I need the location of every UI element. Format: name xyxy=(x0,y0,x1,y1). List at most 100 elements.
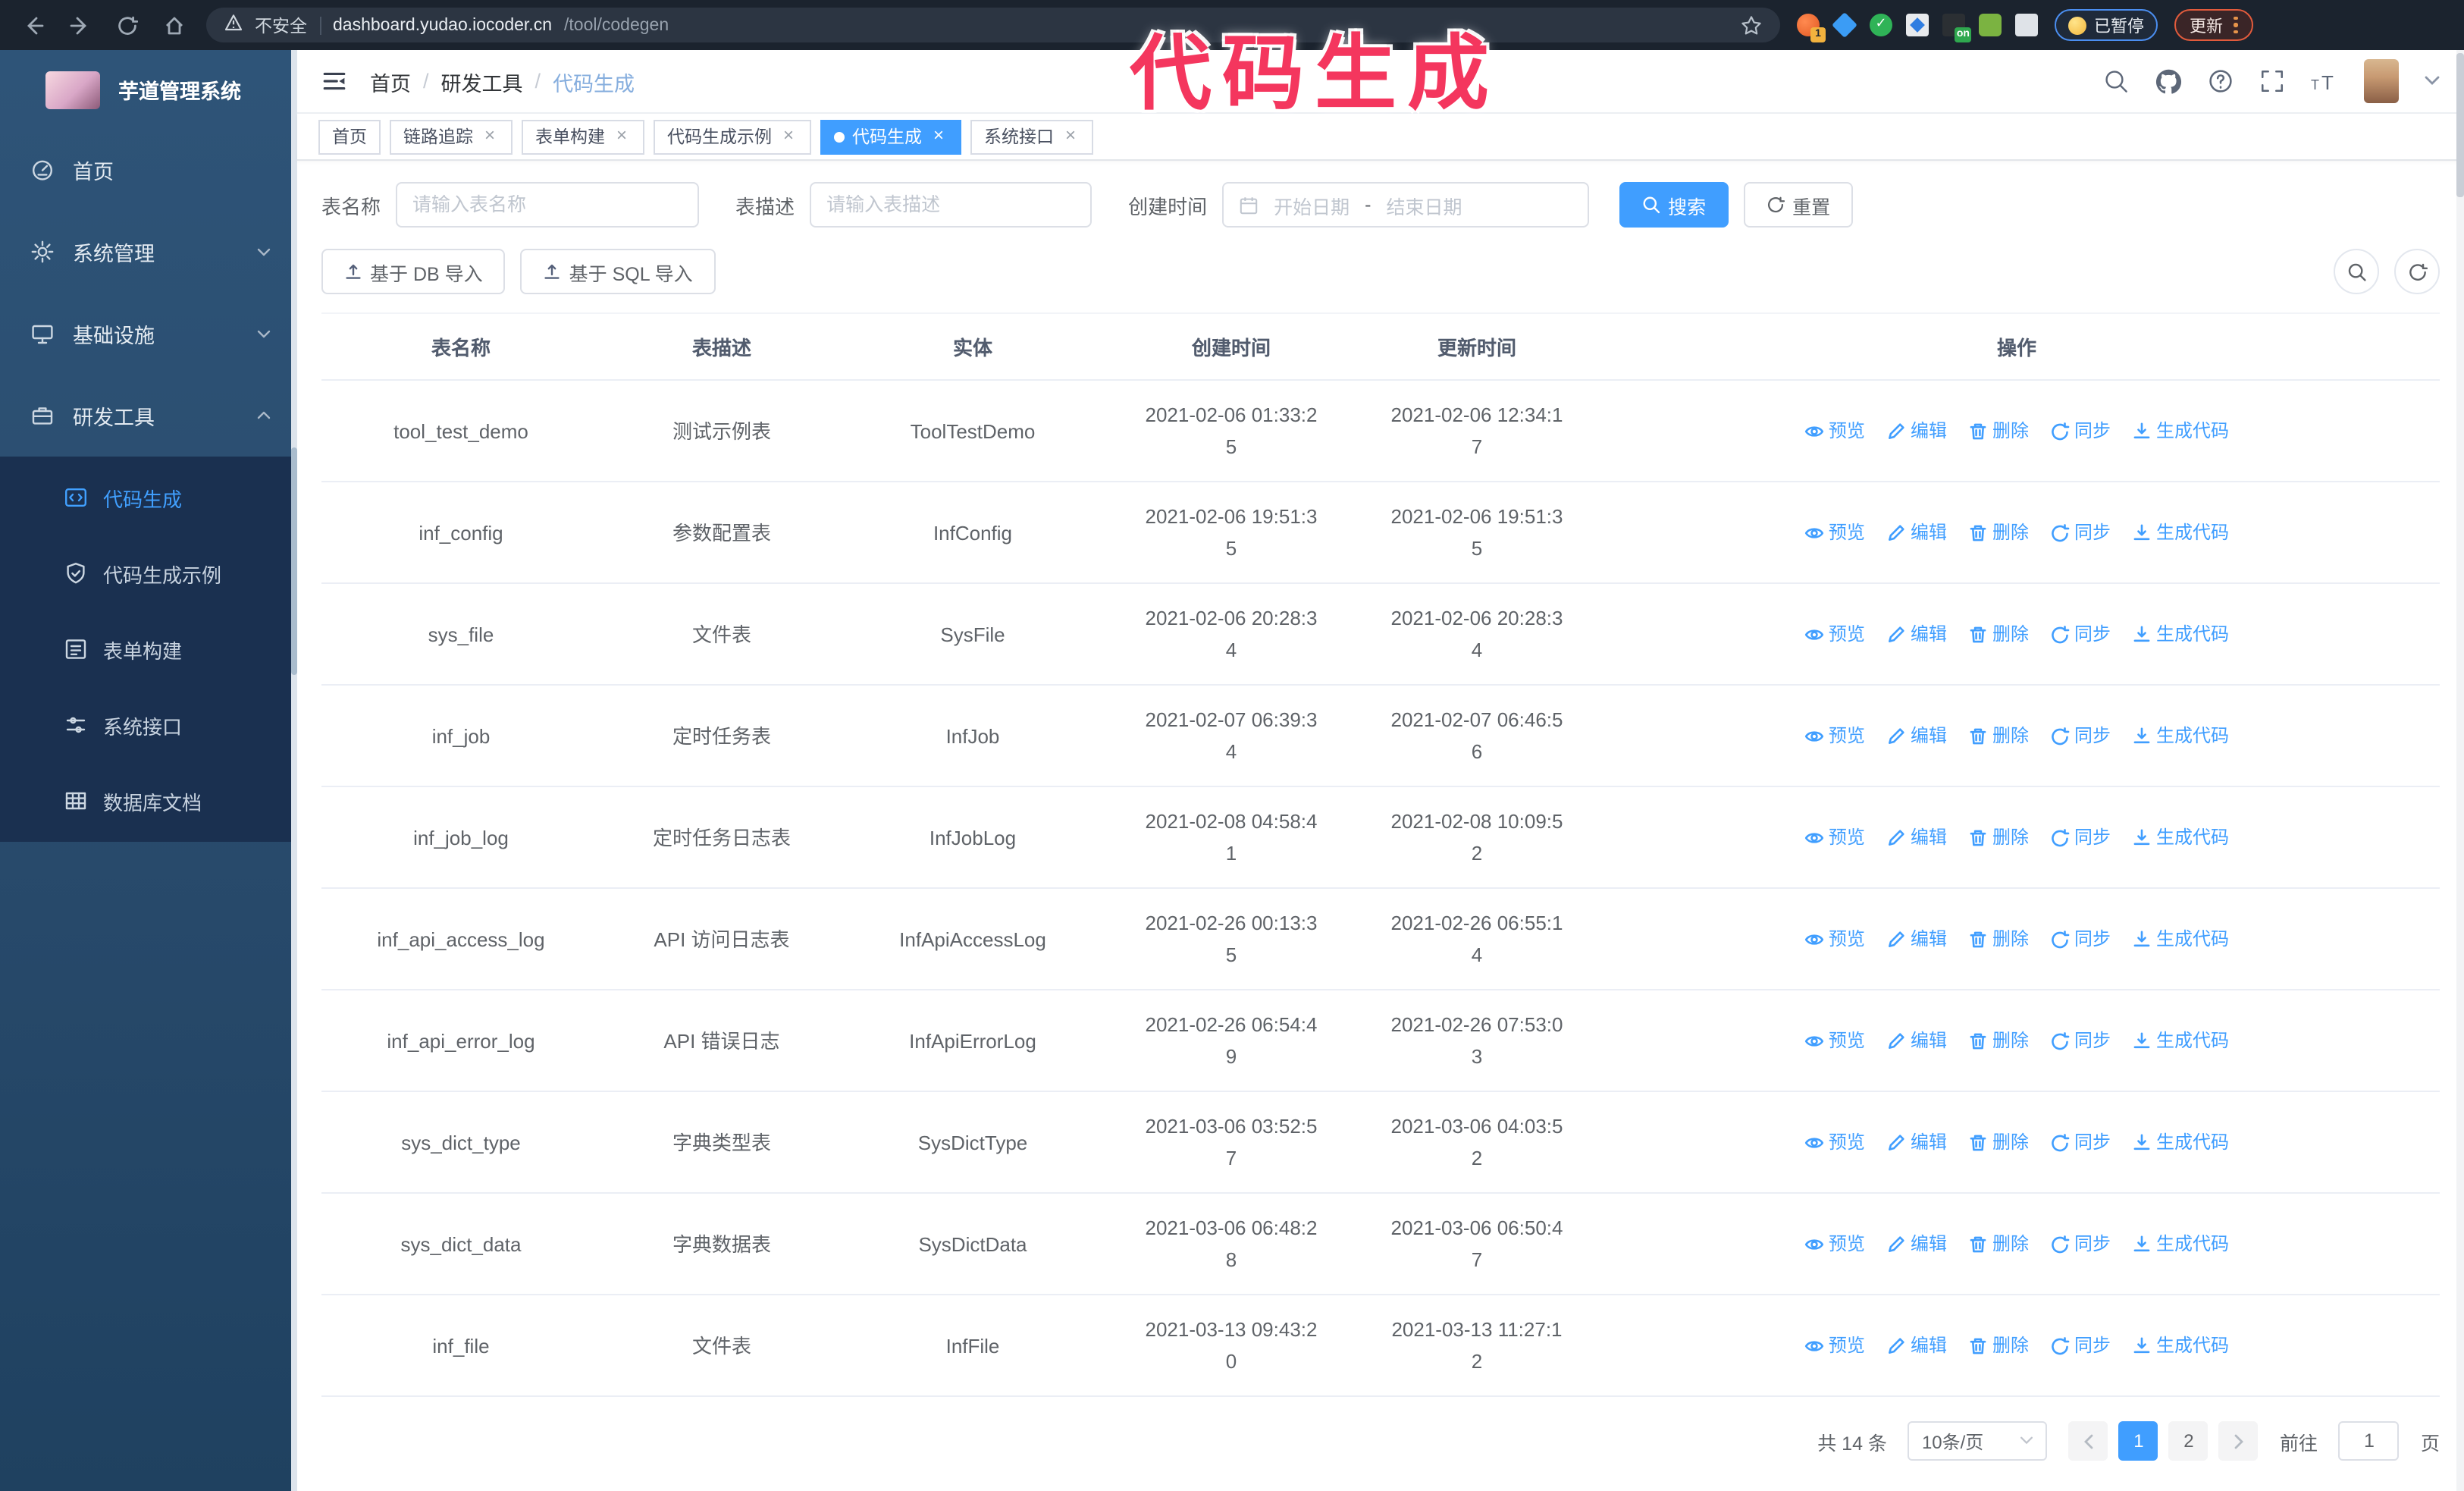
page-size-select[interactable]: 10条/页 xyxy=(1908,1421,2048,1461)
sidebar-item-home[interactable]: 首页 xyxy=(0,129,297,211)
submenu-item-system-api[interactable]: 系统接口 xyxy=(0,687,297,763)
tab-链路追踪[interactable]: 链路追踪 × xyxy=(390,119,513,154)
ext-grid-icon[interactable] xyxy=(1906,14,1929,36)
sidebar-item-infra[interactable]: 基础设施 xyxy=(0,293,297,375)
action-sync[interactable]: 同步 xyxy=(2050,720,2111,752)
tab-代码生成示例[interactable]: 代码生成示例 × xyxy=(654,119,811,154)
action-delete[interactable]: 删除 xyxy=(1968,720,2029,752)
action-sync[interactable]: 同步 xyxy=(2050,618,2111,650)
action-download[interactable]: 生成代码 xyxy=(2132,415,2229,447)
kebab-menu-icon[interactable] xyxy=(2234,16,2237,34)
action-download[interactable]: 生成代码 xyxy=(2132,821,2229,853)
action-download[interactable]: 生成代码 xyxy=(2132,923,2229,955)
action-eye[interactable]: 预览 xyxy=(1804,415,1865,447)
ext-orange-icon[interactable]: 1 xyxy=(1797,14,1826,42)
avatar[interactable] xyxy=(2364,59,2399,103)
page-scrollbar[interactable] xyxy=(2456,50,2464,1491)
action-download[interactable]: 生成代码 xyxy=(2132,1228,2229,1260)
date-end-placeholder[interactable]: 结束日期 xyxy=(1386,190,1462,219)
forward-icon[interactable] xyxy=(65,14,96,36)
github-icon[interactable] xyxy=(2155,67,2182,95)
action-eye[interactable]: 预览 xyxy=(1804,516,1865,548)
action-delete[interactable]: 删除 xyxy=(1968,618,2029,650)
home-icon[interactable] xyxy=(159,14,190,36)
action-edit[interactable]: 编辑 xyxy=(1886,720,1947,752)
ext-green-check-icon[interactable] xyxy=(1870,14,1892,36)
sidebar-item-system[interactable]: 系统管理 xyxy=(0,211,297,293)
action-download[interactable]: 生成代码 xyxy=(2132,1025,2229,1056)
action-edit[interactable]: 编辑 xyxy=(1886,1126,1947,1158)
page-button-2[interactable]: 2 xyxy=(2168,1421,2209,1461)
chevron-down-icon[interactable] xyxy=(2425,76,2440,86)
action-edit[interactable]: 编辑 xyxy=(1886,821,1947,853)
action-edit[interactable]: 编辑 xyxy=(1886,1228,1947,1260)
action-delete[interactable]: 删除 xyxy=(1968,1126,2029,1158)
action-edit[interactable]: 编辑 xyxy=(1886,923,1947,955)
action-delete[interactable]: 删除 xyxy=(1968,821,2029,853)
refresh-table-button[interactable] xyxy=(2394,249,2440,294)
action-delete[interactable]: 删除 xyxy=(1968,1329,2029,1361)
action-edit[interactable]: 编辑 xyxy=(1886,1025,1947,1056)
action-eye[interactable]: 预览 xyxy=(1804,923,1865,955)
next-page-button[interactable] xyxy=(2218,1421,2259,1461)
action-eye[interactable]: 预览 xyxy=(1804,1228,1865,1260)
action-download[interactable]: 生成代码 xyxy=(2132,720,2229,752)
table-desc-input[interactable] xyxy=(810,182,1092,228)
reload-icon[interactable] xyxy=(112,14,143,36)
ext-onoff-icon[interactable]: on xyxy=(1942,14,1971,42)
toggle-search-button[interactable] xyxy=(2334,249,2379,294)
action-eye[interactable]: 预览 xyxy=(1804,618,1865,650)
breadcrumb-home[interactable]: 首页 xyxy=(370,66,411,96)
sidebar-scrollbar[interactable] xyxy=(291,50,297,1491)
sidebar-item-devtools[interactable]: 研发工具 xyxy=(0,375,297,457)
tab-表单构建[interactable]: 表单构建 × xyxy=(522,119,644,154)
action-edit[interactable]: 编辑 xyxy=(1886,1329,1947,1361)
action-sync[interactable]: 同步 xyxy=(2050,415,2111,447)
action-eye[interactable]: 预览 xyxy=(1804,821,1865,853)
paused-chip[interactable]: 已暂停 xyxy=(2055,9,2158,41)
search-button[interactable]: 搜索 xyxy=(1619,182,1729,228)
action-delete[interactable]: 删除 xyxy=(1968,923,2029,955)
action-eye[interactable]: 预览 xyxy=(1804,720,1865,752)
action-download[interactable]: 生成代码 xyxy=(2132,516,2229,548)
action-sync[interactable]: 同步 xyxy=(2050,1329,2111,1361)
table-name-input[interactable] xyxy=(396,182,700,228)
action-download[interactable]: 生成代码 xyxy=(2132,1329,2229,1361)
action-edit[interactable]: 编辑 xyxy=(1886,618,1947,650)
page-button-1[interactable]: 1 xyxy=(2118,1421,2158,1461)
date-start-placeholder[interactable]: 开始日期 xyxy=(1274,190,1350,219)
action-sync[interactable]: 同步 xyxy=(2050,516,2111,548)
font-size-icon[interactable]: TT xyxy=(2311,69,2338,93)
bookmark-star-icon[interactable] xyxy=(1741,14,1762,36)
action-delete[interactable]: 删除 xyxy=(1968,1025,2029,1056)
tab-系统接口[interactable]: 系统接口 × xyxy=(970,119,1093,154)
help-icon[interactable] xyxy=(2208,68,2234,94)
fullscreen-icon[interactable] xyxy=(2259,68,2285,94)
action-edit[interactable]: 编辑 xyxy=(1886,415,1947,447)
close-icon[interactable]: × xyxy=(929,126,948,146)
close-icon[interactable]: × xyxy=(481,126,499,146)
action-delete[interactable]: 删除 xyxy=(1968,1228,2029,1260)
address-bar[interactable]: 不安全 dashboard.yudao.iocoder.cn/tool/code… xyxy=(206,8,1780,42)
action-sync[interactable]: 同步 xyxy=(2050,1228,2111,1260)
action-download[interactable]: 生成代码 xyxy=(2132,1126,2229,1158)
action-edit[interactable]: 编辑 xyxy=(1886,516,1947,548)
action-download[interactable]: 生成代码 xyxy=(2132,618,2229,650)
close-icon[interactable]: × xyxy=(613,126,631,146)
submenu-item-codegen[interactable]: 代码生成 xyxy=(0,460,297,535)
tab-首页[interactable]: 首页 xyxy=(318,119,381,154)
tab-代码生成[interactable]: 代码生成 × xyxy=(820,119,961,154)
action-sync[interactable]: 同步 xyxy=(2050,1126,2111,1158)
search-icon[interactable] xyxy=(2103,68,2129,94)
action-eye[interactable]: 预览 xyxy=(1804,1126,1865,1158)
close-icon[interactable]: × xyxy=(1061,126,1080,146)
ext-gem-icon[interactable] xyxy=(1832,12,1857,38)
breadcrumb-devtools[interactable]: 研发工具 xyxy=(441,66,523,96)
action-delete[interactable]: 删除 xyxy=(1968,415,2029,447)
reset-button[interactable]: 重置 xyxy=(1744,182,1854,228)
goto-page-input[interactable] xyxy=(2338,1421,2400,1461)
submenu-item-codegen-example[interactable]: 代码生成示例 xyxy=(0,535,297,611)
action-eye[interactable]: 预览 xyxy=(1804,1329,1865,1361)
action-delete[interactable]: 删除 xyxy=(1968,516,2029,548)
browser-update-button[interactable]: 更新 xyxy=(2174,9,2252,41)
